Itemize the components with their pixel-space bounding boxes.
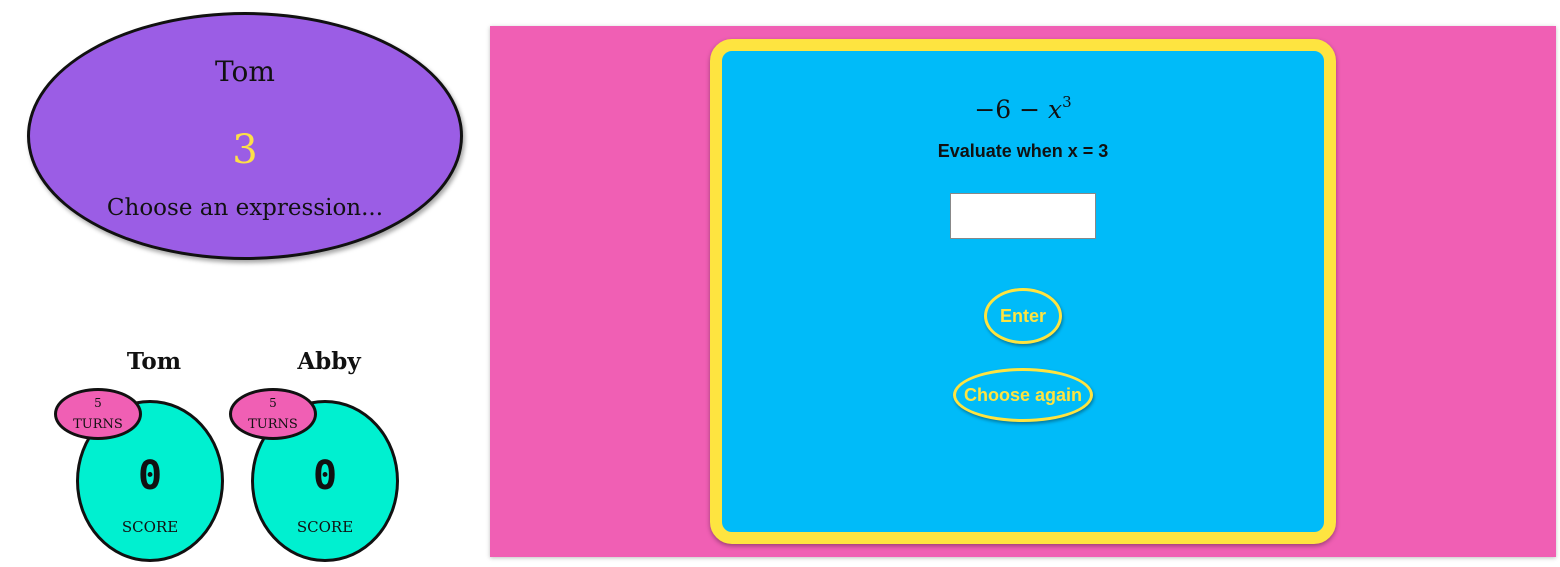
enter-button[interactable]: Enter <box>984 288 1062 344</box>
instruction-text: Evaluate when x = 3 <box>937 141 1109 161</box>
expression: −6 − x3 <box>722 93 1324 124</box>
player-card-abby: Abby 0 SCORE 5 TURNS <box>229 348 409 567</box>
score-label: SCORE <box>121 518 179 536</box>
question-card: −6 − x3 Evaluate when x = 3 Enter Choose… <box>710 39 1336 544</box>
player-name: Tom <box>126 348 182 375</box>
expression-variable: x <box>1048 95 1063 124</box>
current-player-name: Tom <box>215 55 275 88</box>
current-turn-panel: Tom 3 Choose an expression... <box>27 12 463 260</box>
turns-label: TURNS <box>73 417 123 432</box>
turns-badge: 5 TURNS <box>54 388 142 440</box>
player-name: Abby <box>297 348 361 375</box>
choose-again-button[interactable]: Choose again <box>953 368 1093 422</box>
current-turn-prompt: Choose an expression... <box>106 195 384 221</box>
current-turn-value: 3 <box>232 127 258 173</box>
game-board: −6 − x3 Evaluate when x = 3 Enter Choose… <box>490 26 1556 557</box>
score-value: 0 <box>312 453 338 499</box>
player-card-tom: Tom 0 SCORE 5 TURNS <box>54 348 234 567</box>
expression-exponent: 3 <box>1062 93 1072 111</box>
turns-label: TURNS <box>248 417 298 432</box>
score-label: SCORE <box>296 518 354 536</box>
turns-value: 5 <box>269 396 277 410</box>
answer-input[interactable] <box>950 193 1096 239</box>
turns-value: 5 <box>94 396 102 410</box>
turns-badge: 5 TURNS <box>229 388 317 440</box>
score-value: 0 <box>137 453 163 499</box>
expression-prefix: −6 − <box>974 95 1049 124</box>
